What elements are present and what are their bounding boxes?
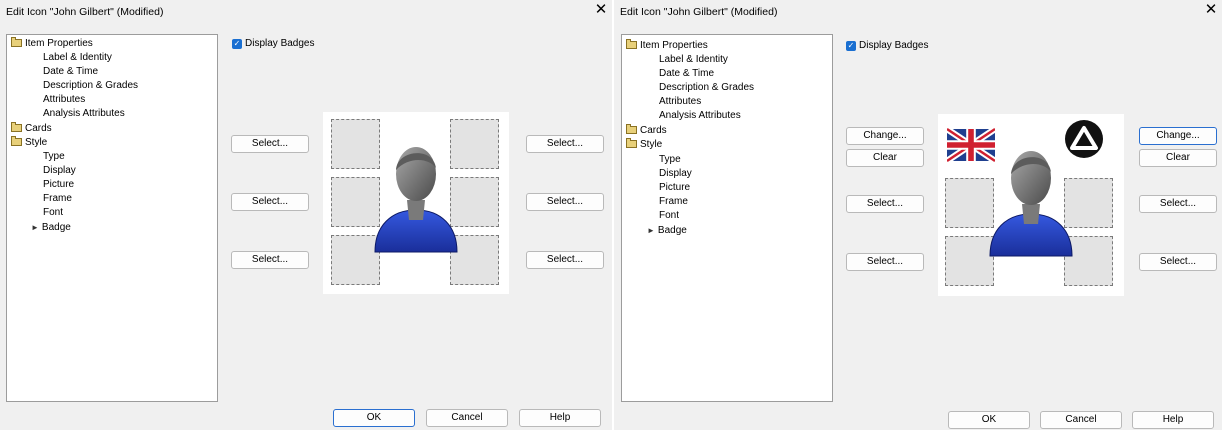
select-bot-right-button[interactable]: Select... [1139, 253, 1217, 271]
tree-item-cards[interactable]: Cards [626, 124, 667, 137]
tree-item-date-time[interactable]: Date & Time [659, 67, 714, 80]
tree-item-type[interactable]: Type [659, 153, 681, 166]
tree-item-description-grades[interactable]: Description & Grades [43, 79, 138, 92]
close-icon[interactable]: ✕ [592, 1, 610, 19]
display-badges-checkbox[interactable]: ✓ Display Badges [232, 38, 314, 49]
tree-item-analysis-attributes[interactable]: Analysis Attributes [43, 107, 125, 120]
folder-open-icon [11, 37, 22, 47]
tree-item-item-properties[interactable]: Item Properties [626, 39, 708, 52]
folder-icon [626, 124, 637, 134]
select-mid-right-button[interactable]: Select... [1139, 195, 1217, 213]
select-top-left-button[interactable]: Select... [231, 135, 309, 153]
ok-button[interactable]: OK [333, 409, 415, 427]
tree-item-frame[interactable]: Frame [659, 195, 688, 208]
tree-item-frame[interactable]: Frame [43, 192, 72, 205]
tree-item-font[interactable]: Font [659, 209, 679, 222]
tree-item-description-grades[interactable]: Description & Grades [659, 81, 754, 94]
tree-item-badge[interactable]: ► Badge [647, 224, 687, 237]
help-button[interactable]: Help [519, 409, 601, 427]
tree-item-cards[interactable]: Cards [11, 122, 52, 135]
icon-preview [323, 112, 509, 294]
check-icon: ✓ [846, 40, 856, 51]
tree-item-badge[interactable]: ► Badge [31, 221, 71, 234]
folder-icon [11, 122, 22, 132]
icon-preview [938, 114, 1124, 296]
close-icon[interactable]: ✕ [1202, 1, 1220, 19]
check-icon: ✓ [232, 38, 242, 49]
tree-item-picture[interactable]: Picture [659, 181, 690, 194]
tree-item-attributes[interactable]: Attributes [43, 93, 85, 106]
folder-open-icon [11, 136, 22, 146]
tree-item-font[interactable]: Font [43, 206, 63, 219]
select-top-right-button[interactable]: Select... [526, 135, 604, 153]
cancel-button[interactable]: Cancel [426, 409, 508, 427]
person-icon [989, 151, 1073, 257]
arrow-right-icon: ► [647, 226, 655, 235]
tree-item-date-time[interactable]: Date & Time [43, 65, 98, 78]
tree-item-picture[interactable]: Picture [43, 178, 74, 191]
person-icon [374, 147, 458, 253]
tree-item-style[interactable]: Style [626, 138, 662, 151]
tree-item-display[interactable]: Display [43, 164, 76, 177]
select-mid-left-button[interactable]: Select... [231, 193, 309, 211]
tree-item-label-identity[interactable]: Label & Identity [43, 51, 112, 64]
tree-item-analysis-attributes[interactable]: Analysis Attributes [659, 109, 741, 122]
select-mid-right-button[interactable]: Select... [526, 193, 604, 211]
clear-right-button[interactable]: Clear [1139, 149, 1217, 167]
property-tree[interactable]: Item Properties Label & Identity Date & … [621, 34, 833, 402]
property-tree[interactable]: Item Properties Label & Identity Date & … [6, 34, 218, 402]
cancel-button[interactable]: Cancel [1040, 411, 1122, 429]
tree-item-item-properties[interactable]: Item Properties [11, 37, 93, 50]
select-bot-left-button[interactable]: Select... [231, 251, 309, 269]
display-badges-checkbox[interactable]: ✓ Display Badges [846, 40, 928, 51]
folder-open-icon [626, 39, 637, 49]
tree-item-style[interactable]: Style [11, 136, 47, 149]
edit-icon-dialog-right: Edit Icon "John Gilbert" (Modified) ✕ It… [614, 0, 1222, 430]
edit-icon-dialog-left: Edit Icon "John Gilbert" (Modified) ✕ It… [0, 0, 612, 430]
dialog-title: Edit Icon "John Gilbert" (Modified) [6, 6, 164, 18]
change-left-button[interactable]: Change... [846, 127, 924, 145]
arrow-right-icon: ► [31, 223, 39, 232]
ok-button[interactable]: OK [948, 411, 1030, 429]
select-mid-left-button[interactable]: Select... [846, 195, 924, 213]
tree-item-attributes[interactable]: Attributes [659, 95, 701, 108]
dialog-title: Edit Icon "John Gilbert" (Modified) [620, 6, 778, 18]
folder-open-icon [626, 138, 637, 148]
select-bot-left-button[interactable]: Select... [846, 253, 924, 271]
select-bot-right-button[interactable]: Select... [526, 251, 604, 269]
tree-item-display[interactable]: Display [659, 167, 692, 180]
clear-left-button[interactable]: Clear [846, 149, 924, 167]
help-button[interactable]: Help [1132, 411, 1214, 429]
tree-item-type[interactable]: Type [43, 150, 65, 163]
tree-item-label-identity[interactable]: Label & Identity [659, 53, 728, 66]
change-right-button[interactable]: Change... [1139, 127, 1217, 145]
